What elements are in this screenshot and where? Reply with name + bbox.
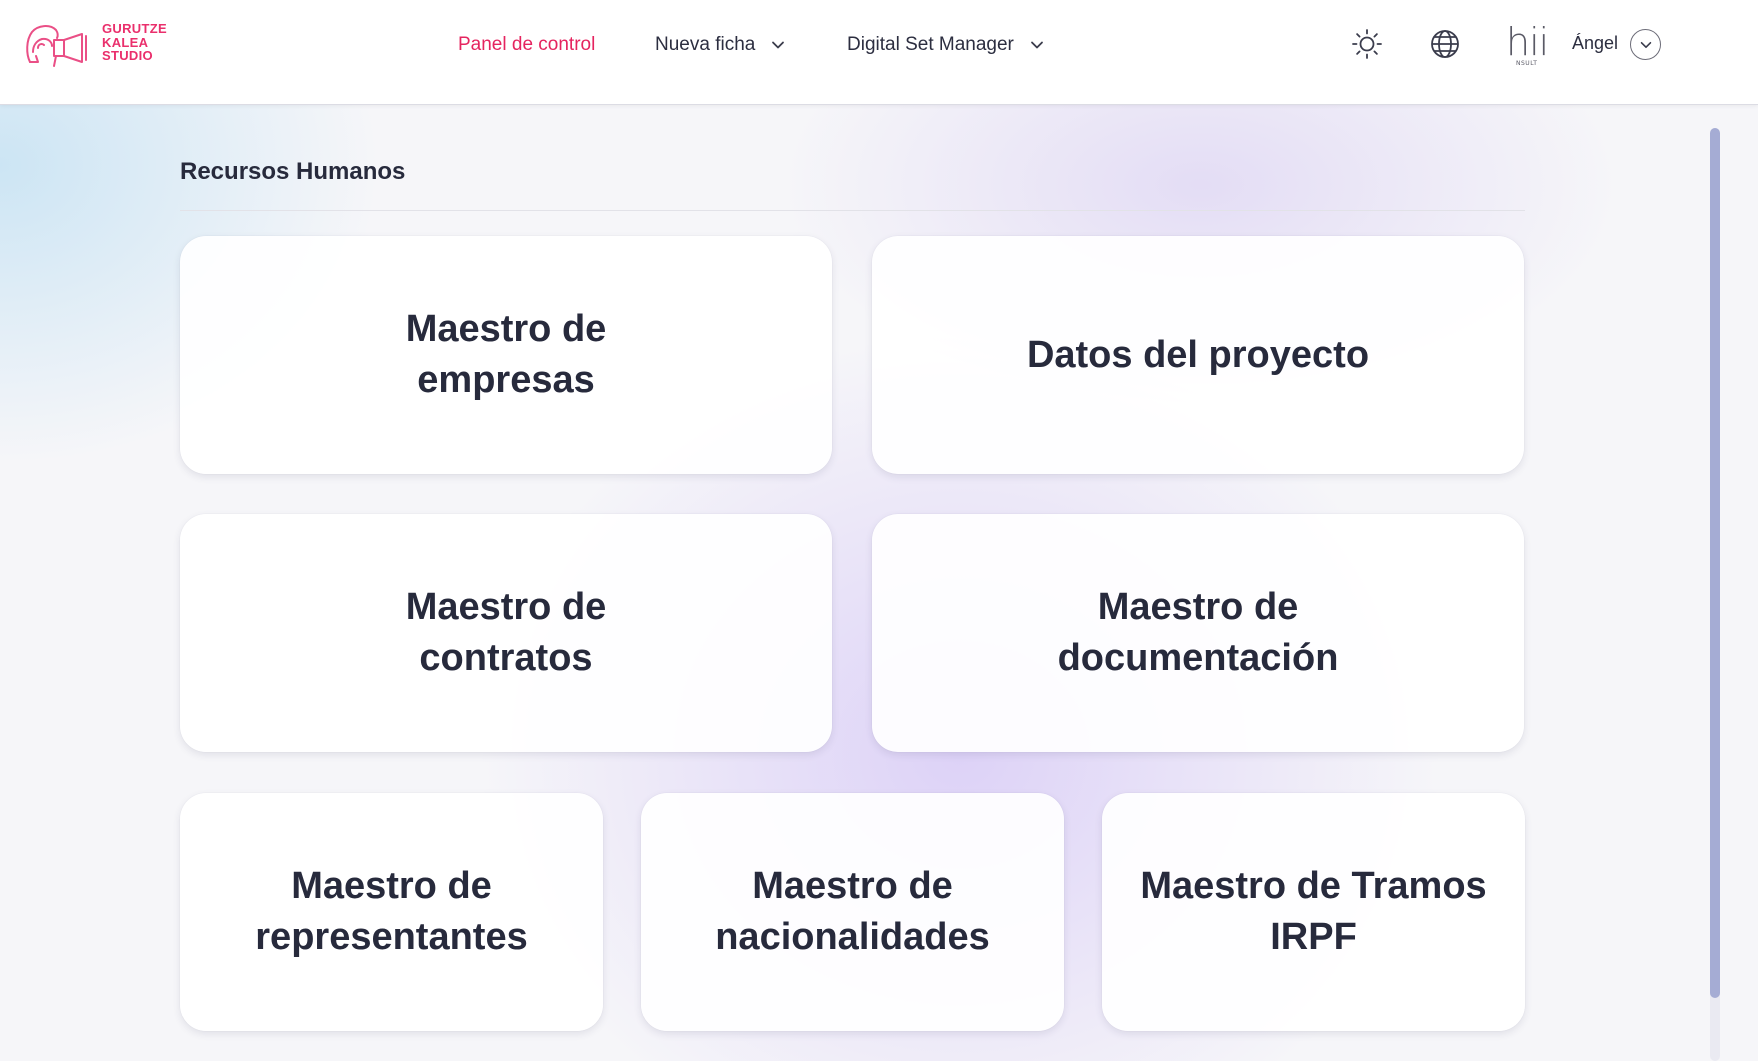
scrollbar[interactable]: [1710, 128, 1720, 1061]
card-label: Maestro de Tramos IRPF: [1140, 865, 1487, 958]
card-label: Maestro de nacionalidades: [715, 865, 990, 958]
user-company-logo: hii NSULT: [1506, 18, 1562, 70]
globe-icon[interactable]: [1429, 28, 1461, 60]
card-maestro-representantes[interactable]: Maestro de representantes: [180, 793, 603, 1031]
card-maestro-contratos[interactable]: Maestro de contratos: [180, 514, 832, 752]
card-label: Datos del proyecto: [1026, 333, 1370, 376]
company-logo-text: hii: [1506, 20, 1549, 64]
nav-panel-de-control[interactable]: Panel de control: [458, 30, 595, 60]
chevron-down-icon: [1640, 41, 1651, 48]
logo-icon: [26, 25, 87, 67]
card-maestro-documentacion[interactable]: Maestro de documentación: [872, 514, 1524, 752]
scrollbar-thumb[interactable]: [1710, 128, 1720, 998]
card-maestro-tramos-irpf[interactable]: Maestro de Tramos IRPF: [1102, 793, 1525, 1031]
card-label: Maestro de empresas: [405, 308, 607, 401]
brand-logo[interactable]: GURUTZE KALEA STUDIO: [24, 22, 184, 70]
card-maestro-nacionalidades[interactable]: Maestro de nacionalidades: [641, 793, 1064, 1031]
nav-label: Nueva ficha: [655, 34, 756, 55]
chevron-down-icon: [772, 41, 785, 49]
chevron-down-icon: [1030, 41, 1043, 49]
top-header: GURUTZE KALEA STUDIO Panel de control Nu…: [0, 0, 1758, 105]
main-content: Recursos Humanos Maestro de empresas Dat…: [0, 105, 1758, 1061]
logo-wordmark: GURUTZE KALEA STUDIO: [102, 22, 167, 63]
user-name: Ángel: [1572, 33, 1619, 53]
logo-line: GURUTZE: [102, 21, 167, 36]
logo-line: STUDIO: [102, 48, 153, 63]
sun-icon[interactable]: [1351, 28, 1383, 60]
section-divider: [180, 210, 1525, 211]
logo-line: KALEA: [102, 34, 149, 50]
user-menu-button[interactable]: [1630, 29, 1661, 60]
nav-label: Digital Set Manager: [847, 34, 1014, 55]
card-maestro-empresas[interactable]: Maestro de empresas: [180, 236, 832, 474]
nav-label: Panel de control: [458, 34, 596, 55]
company-logo-subtext: NSULT: [1516, 60, 1538, 67]
card-label: Maestro de documentación: [1057, 586, 1339, 679]
section-title: Recursos Humanos: [180, 158, 406, 185]
nav-digital-set-manager[interactable]: Digital Set Manager: [847, 30, 1046, 60]
nav-nueva-ficha[interactable]: Nueva ficha: [655, 30, 787, 60]
card-label: Maestro de contratos: [405, 586, 607, 679]
card-datos-proyecto[interactable]: Datos del proyecto: [872, 236, 1524, 474]
card-label: Maestro de representantes: [255, 865, 528, 958]
